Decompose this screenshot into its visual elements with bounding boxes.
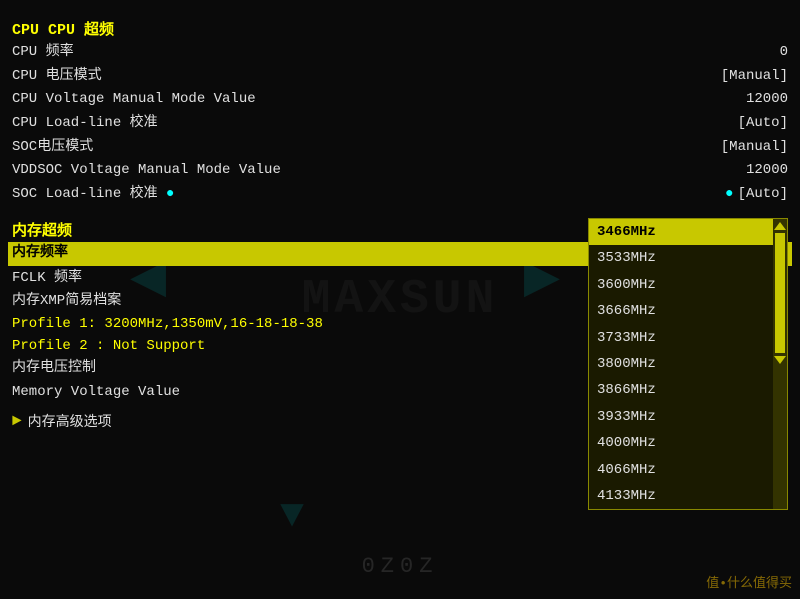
bios-screen: MAXSUN ◀ ▶ ▼ 0Z0Z CPU CPU 超频 CPU 频率 0 CP… — [0, 0, 800, 599]
cpu-voltage-manual-label: CPU Voltage Manual Mode Value — [12, 89, 668, 111]
dropdown-item-3933[interactable]: 3933MHz — [589, 404, 773, 430]
arrow-indicator: ► — [12, 412, 22, 430]
cpu-overclock-header: CPU CPU 超频 — [12, 18, 788, 39]
cpu-loadline-row[interactable]: CPU Load-line 校准 [Auto] — [12, 112, 788, 136]
soc-voltage-mode-row[interactable]: SOC电压模式 [Manual] — [12, 136, 788, 160]
dropdown-item-3666[interactable]: 3666MHz — [589, 298, 773, 324]
dot-indicator: ● — [166, 186, 174, 202]
xmp-label: 内存XMP简易档案 — [12, 291, 668, 313]
dropdown-item-4066[interactable]: 4066MHz — [589, 457, 773, 483]
mem-voltage-control-label: 内存电压控制 — [12, 358, 668, 380]
soc-loadline-label: SOC Load-line 校准 ● — [12, 184, 668, 206]
dropdown-scrollbar[interactable] — [773, 219, 787, 509]
dropdown-item-3800[interactable]: 3800MHz — [589, 351, 773, 377]
cpu-freq-value: 0 — [668, 42, 788, 64]
dropdown-item-4000[interactable]: 4000MHz — [589, 430, 773, 456]
soc-loadline-row[interactable]: SOC Load-line 校准 ● ●[Auto] — [12, 183, 788, 207]
cpu-freq-label: CPU 频率 — [12, 42, 668, 64]
cpu-loadline-value: [Auto] — [668, 113, 788, 135]
dropdown-item-3466[interactable]: 3466MHz — [589, 219, 773, 245]
mem-advanced-label: 内存高级选项 — [28, 411, 112, 431]
scrollbar-down-arrow[interactable] — [774, 356, 786, 364]
cpu-voltage-manual-value: 12000 — [668, 89, 788, 111]
mem-voltage-value-label: Memory Voltage Value — [12, 382, 668, 404]
dropdown-items-container: 3466MHz 3533MHz 3600MHz 3666MHz 3733MHz … — [589, 219, 787, 509]
soc-voltage-mode-label: SOC电压模式 — [12, 137, 668, 159]
watermark: 值•什么值得买 — [706, 572, 792, 591]
cpu-voltage-mode-label: CPU 电压模式 — [12, 66, 668, 88]
mem-freq-label: 内存频率 — [12, 243, 668, 265]
bottom-decoration: 0Z0Z — [362, 554, 439, 579]
cpu-voltage-mode-row[interactable]: CPU 电压模式 [Manual] — [12, 65, 788, 89]
vddsoc-manual-label: VDDSOC Voltage Manual Mode Value — [12, 160, 668, 182]
fclk-freq-label: FCLK 频率 — [12, 268, 668, 290]
scrollbar-up-arrow[interactable] — [774, 222, 786, 230]
dropdown-item-3600[interactable]: 3600MHz — [589, 272, 773, 298]
vddsoc-manual-row[interactable]: VDDSOC Voltage Manual Mode Value 12000 — [12, 159, 788, 183]
dropdown-item-4133[interactable]: 4133MHz — [589, 483, 773, 509]
dropdown-item-3866[interactable]: 3866MHz — [589, 377, 773, 403]
soc-loadline-value: ●[Auto] — [668, 184, 788, 206]
cpu-freq-row: CPU 频率 0 — [12, 41, 788, 65]
dropdown-item-3533[interactable]: 3533MHz — [589, 245, 773, 271]
cpu-voltage-mode-value: [Manual] — [668, 66, 788, 88]
soc-voltage-mode-value: [Manual] — [668, 137, 788, 159]
cpu-loadline-label: CPU Load-line 校准 — [12, 113, 668, 135]
vddsoc-manual-value: 12000 — [668, 160, 788, 182]
bg-arrow-bottom: ▼ — [280, 494, 304, 539]
scrollbar-thumb[interactable] — [775, 233, 785, 353]
dropdown-item-3733[interactable]: 3733MHz — [589, 325, 773, 351]
freq-dropdown[interactable]: 3466MHz 3533MHz 3600MHz 3666MHz 3733MHz … — [588, 218, 788, 510]
cpu-voltage-manual-row[interactable]: CPU Voltage Manual Mode Value 12000 — [12, 88, 788, 112]
